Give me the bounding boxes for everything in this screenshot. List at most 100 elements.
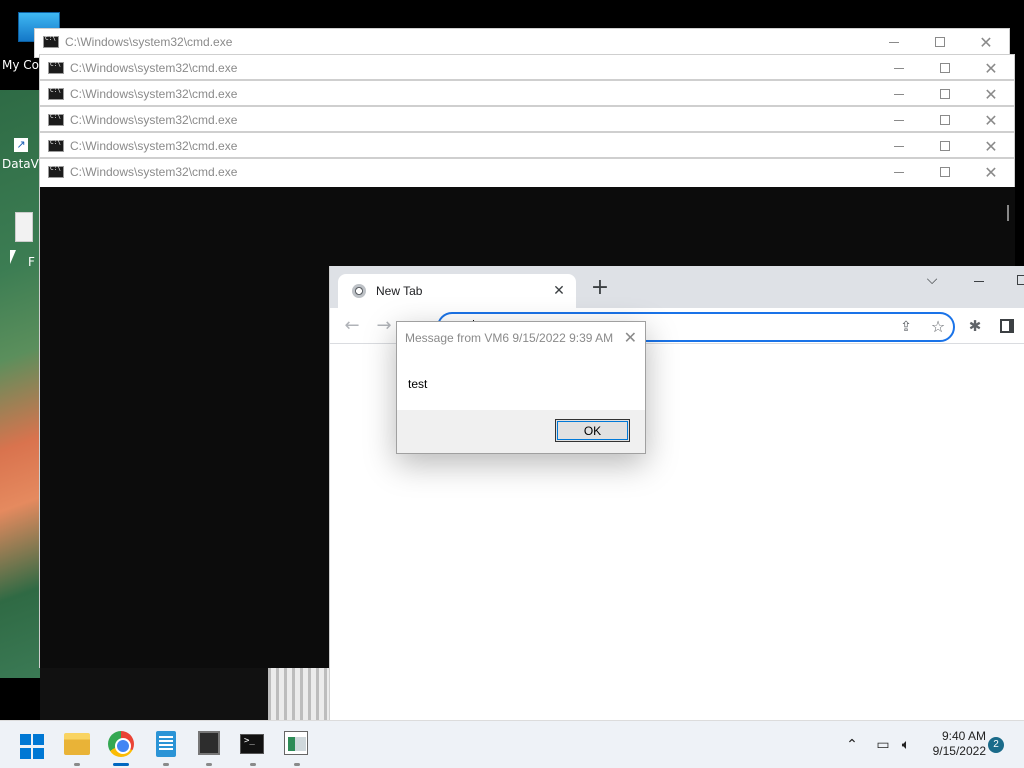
cmd-titlebar[interactable]: C:\Windows\system32\cmd.exe [35,29,1009,55]
chrome-maximize-button[interactable] [1017,275,1024,285]
close-button[interactable]: ✕ [968,107,1014,133]
close-icon[interactable]: ✕ [624,328,637,347]
maximize-button[interactable] [922,81,968,107]
cmd-title: C:\Windows\system32\cmd.exe [70,165,238,179]
cmd-titlebar[interactable]: C:\Windows\system32\cmd.exe [40,159,1014,185]
new-tab-button[interactable]: + [590,277,610,299]
shortcut-arrow-icon[interactable]: ↗ [14,138,28,152]
maximize-icon [935,37,945,47]
background-window-stripes [268,668,330,720]
running-indicator [294,763,300,766]
cmd-icon [48,87,64,100]
ok-button[interactable]: OK [555,419,630,442]
minimize-button[interactable] [876,107,922,133]
maximize-button[interactable] [922,133,968,159]
start-windows-icon[interactable] [20,734,46,760]
taskbar: ⌃ ▭ 🔈︎ 9:40 AM 9/15/2022 2 [0,720,1024,768]
notification-badge[interactable]: 2 [988,737,1004,753]
maximize-icon [940,63,950,73]
maximize-icon [940,167,950,177]
cmd-titlebar[interactable]: C:\Windows\system32\cmd.exe [40,133,1014,159]
desktop-wallpaper [0,90,40,678]
minimize-icon [894,145,904,147]
cmd-title: C:\Windows\system32\cmd.exe [65,35,233,49]
minimize-icon [894,67,904,69]
cmd-window[interactable]: C:\Windows\system32\cmd.exe ✕ [39,106,1015,132]
minimize-button[interactable] [876,81,922,107]
volume-icon[interactable]: 🔈︎ [896,737,916,753]
desktop-icon-label[interactable]: My Co [2,58,39,72]
scrollbar-thumb[interactable] [1007,205,1009,221]
minimize-button[interactable] [876,55,922,81]
bookmark-star-icon[interactable]: ☆ [929,317,947,336]
tab-title: New Tab [376,284,423,298]
back-arrow-icon[interactable]: ← [342,316,362,336]
maximize-button[interactable] [922,159,968,185]
active-indicator [113,763,129,766]
chrome-favicon-icon [352,284,366,298]
close-icon: ✕ [979,32,993,52]
close-button[interactable]: ✕ [968,159,1014,185]
network-icon[interactable]: ▭ [870,737,896,753]
minimize-button[interactable] [876,159,922,185]
close-icon: ✕ [984,110,998,130]
maximize-button[interactable] [922,55,968,81]
cmd-window[interactable]: C:\Windows\system32\cmd.exe ✕ [39,132,1015,158]
maximize-button[interactable] [922,107,968,133]
extensions-puzzle-icon[interactable]: ✱ [966,317,984,335]
cmd-title: C:\Windows\system32\cmd.exe [70,87,238,101]
file-icon[interactable] [15,212,33,242]
dialog-title: Message from VM6 9/15/2022 9:39 AM [405,331,614,345]
close-icon: ✕ [984,58,998,78]
clock-date: 9/15/2022 [932,744,986,758]
desktop-icon-label[interactable]: DataV [2,157,39,171]
clock-time: 9:40 AM [941,729,986,743]
background-window [40,668,268,720]
cmd-window[interactable]: C:\Windows\system32\cmd.exe ✕ [39,54,1015,80]
maximize-button[interactable] [917,29,963,55]
close-icon: ✕ [984,84,998,104]
minimize-button[interactable] [871,29,917,55]
cmd-icon [48,61,64,74]
cmd-title: C:\Windows\system32\cmd.exe [70,113,238,127]
notepad-icon[interactable] [156,731,176,757]
dialog-footer: OK [397,410,645,453]
tab-search-chevron-icon[interactable]: ⌵ [922,272,942,292]
cmd-icon [48,113,64,126]
app-window-icon[interactable] [284,731,308,755]
share-icon[interactable]: ⇪ [897,319,915,337]
cmd-title: C:\Windows\system32\cmd.exe [70,61,238,75]
minimize-button[interactable] [876,133,922,159]
cmd-icon [43,35,59,48]
running-indicator [206,763,212,766]
close-button[interactable]: ✕ [968,133,1014,159]
maximize-icon [940,115,950,125]
close-button[interactable]: ✕ [968,81,1014,107]
mouse-cursor-icon [10,250,22,264]
terminal-icon[interactable] [240,734,264,754]
maximize-icon [940,141,950,151]
chrome-tab-strip: New Tab ✕ + ⌵ [330,266,1024,308]
desktop-icon-label[interactable]: F [28,255,35,269]
close-button[interactable]: ✕ [963,29,1009,55]
side-panel-icon[interactable] [1000,319,1014,333]
cmd-titlebar[interactable]: C:\Windows\system32\cmd.exe [40,81,1014,107]
tab-close-icon[interactable]: ✕ [550,283,568,299]
cmd-window[interactable]: C:\Windows\system32\cmd.exe ✕ [39,80,1015,106]
chevron-up-icon[interactable]: ⌃ [844,737,860,753]
forward-arrow-icon[interactable]: → [374,316,394,336]
clock[interactable]: 9:40 AM 9/15/2022 [920,729,986,759]
file-explorer-icon[interactable] [64,733,90,755]
close-button[interactable]: ✕ [968,55,1014,81]
cmd-titlebar[interactable]: C:\Windows\system32\cmd.exe [40,55,1014,81]
vim-icon[interactable] [198,731,220,755]
chrome-minimize-button[interactable] [970,272,990,292]
cmd-titlebar[interactable]: C:\Windows\system32\cmd.exe [40,107,1014,133]
tab-new-tab[interactable]: New Tab ✕ [338,274,576,308]
cmd-window-active[interactable]: C:\Windows\system32\cmd.exe ✕ [39,158,1015,188]
cmd-icon [48,165,64,178]
message-dialog[interactable]: Message from VM6 9/15/2022 9:39 AM ✕ tes… [396,321,646,454]
system-tray: ⌃ ▭ 🔈︎ [844,721,916,768]
minimize-icon [894,171,904,173]
chrome-icon[interactable] [108,731,134,757]
